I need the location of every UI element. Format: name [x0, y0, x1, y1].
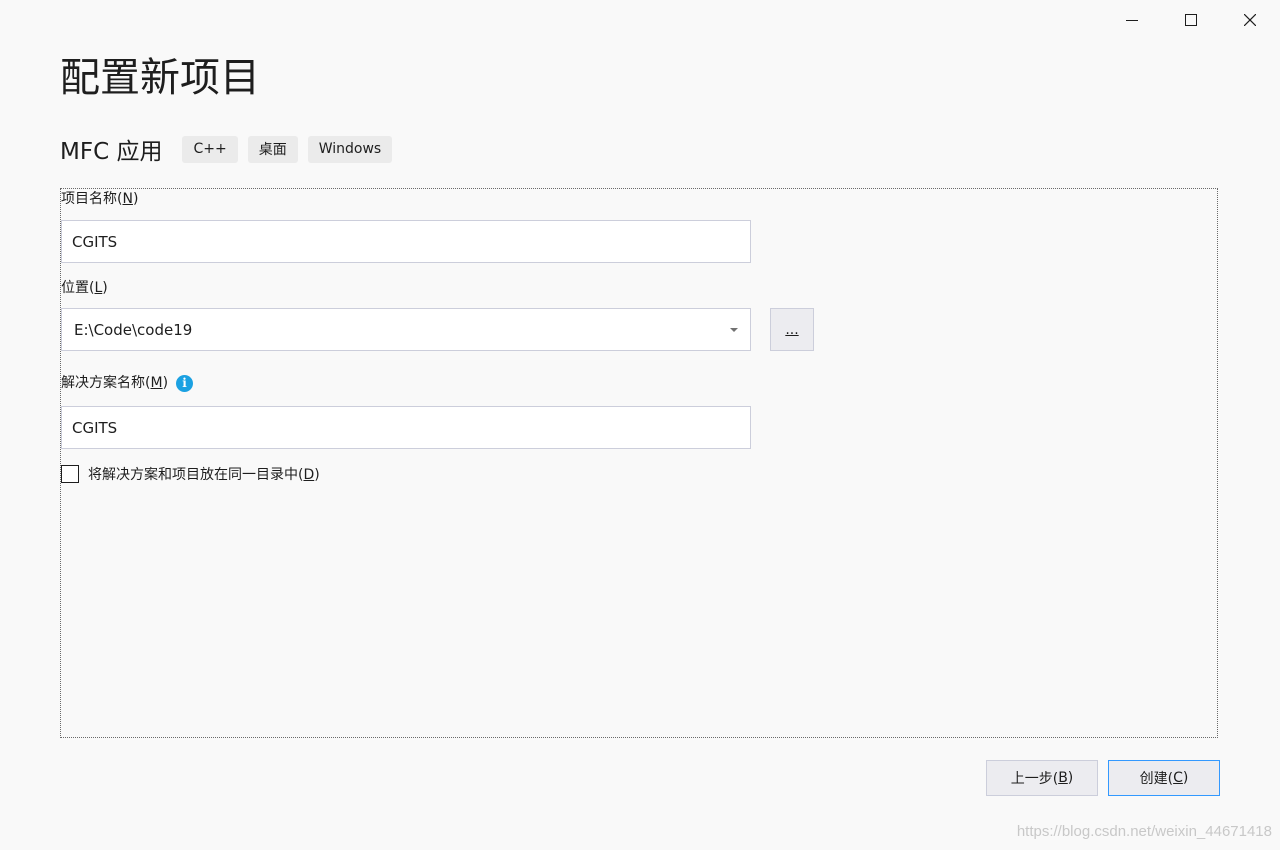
same-directory-checkbox[interactable] — [61, 465, 79, 483]
template-name: MFC 应用 — [60, 139, 163, 165]
location-combobox[interactable]: E:\Code\code19 — [61, 308, 751, 351]
close-icon — [1244, 14, 1256, 26]
solution-name-input[interactable] — [61, 406, 751, 449]
project-form: 项目名称(N) 位置(L) E:\Code\code19 ... 解决方案名称(… — [60, 188, 1218, 738]
same-directory-label[interactable]: 将解决方案和项目放在同一目录中(D) — [88, 464, 320, 484]
location-label: 位置(L) — [61, 280, 108, 296]
dropdown-arrow-icon[interactable] — [730, 327, 738, 332]
watermark: https://blog.csdn.net/weixin_44671418 — [1016, 823, 1272, 840]
maximize-button[interactable] — [1162, 0, 1220, 40]
same-directory-option[interactable]: 将解决方案和项目放在同一目录中(D) — [61, 464, 320, 484]
maximize-icon — [1185, 14, 1197, 26]
minimize-button[interactable] — [1103, 0, 1161, 40]
page-title: 配置新项目 — [60, 55, 260, 101]
template-info: MFC 应用 C++ 桌面 Windows — [60, 134, 402, 165]
solution-name-label: 解决方案名称(M) i — [61, 373, 194, 393]
location-value: E:\Code\code19 — [74, 320, 193, 339]
back-button[interactable]: 上一步(B) — [986, 760, 1098, 796]
tag-os: Windows — [307, 135, 393, 163]
info-icon[interactable]: i — [176, 374, 194, 392]
project-name-label: 项目名称(N) — [61, 191, 139, 207]
project-name-input[interactable] — [61, 220, 751, 263]
minimize-icon — [1126, 20, 1138, 21]
tag-language: C++ — [182, 135, 238, 163]
create-button[interactable]: 创建(C) — [1108, 760, 1220, 796]
tag-platform-type: 桌面 — [247, 135, 298, 163]
close-button[interactable] — [1221, 0, 1279, 40]
configure-project-window: 配置新项目 MFC 应用 C++ 桌面 Windows 项目名称(N) 位置(L… — [0, 0, 1280, 850]
browse-button[interactable]: ... — [770, 308, 814, 351]
